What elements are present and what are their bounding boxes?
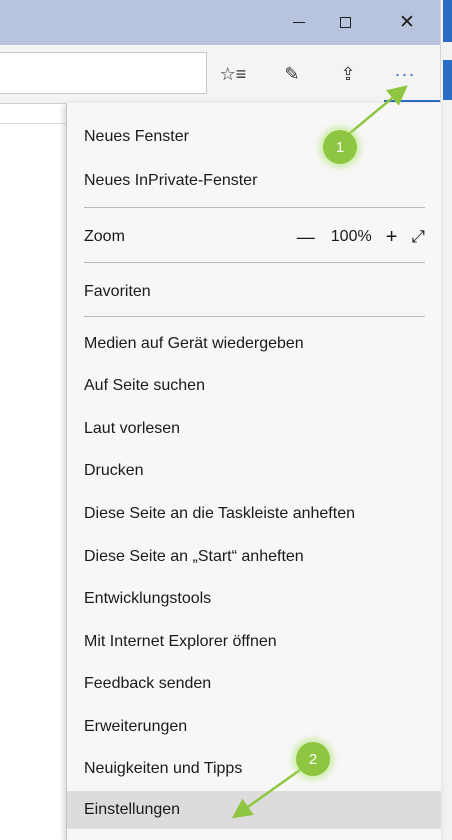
address-bar[interactable] xyxy=(0,52,207,94)
menu-separator xyxy=(84,262,425,263)
adjacent-window-edge xyxy=(440,0,452,840)
close-button[interactable]: ✕ xyxy=(384,0,430,45)
menu-item-label: Favoriten xyxy=(84,283,151,300)
menu-item-label: Neues Fenster xyxy=(84,128,189,145)
menu-item-zoom: Zoom — 100% + ⤢ xyxy=(67,218,441,256)
menu-item-favorites[interactable]: Favoriten xyxy=(67,273,441,311)
menu-item-pin-to-taskbar[interactable]: Diese Seite an die Taskleiste anheften xyxy=(67,495,441,533)
page-divider xyxy=(0,123,66,124)
menu-item-label: Einstellungen xyxy=(84,801,181,818)
menu-separator xyxy=(84,316,425,317)
menu-item-label: Neues InPrivate-Fenster xyxy=(84,172,258,189)
edge-accent xyxy=(443,0,452,42)
menu-item-find-on-page[interactable]: Auf Seite suchen xyxy=(67,367,441,405)
more-actions-button[interactable]: ··· xyxy=(390,59,420,89)
menu-item-send-feedback[interactable]: Feedback senden xyxy=(67,665,441,703)
edge-accent-2 xyxy=(443,60,452,100)
menu-item-label: Neuigkeiten und Tipps xyxy=(84,760,243,777)
web-note-button[interactable]: ✎ xyxy=(277,59,307,89)
menu-item-extensions[interactable]: Erweiterungen xyxy=(67,708,441,746)
menu-item-cast-media[interactable]: Medien auf Gerät wiedergeben xyxy=(67,325,441,363)
menu-item-label: Mit Internet Explorer öffnen xyxy=(84,633,277,650)
pen-icon: ✎ xyxy=(284,63,300,84)
menu-item-label: Laut vorlesen xyxy=(84,420,181,437)
menu-item-whats-new[interactable]: Neuigkeiten und Tipps xyxy=(67,750,441,788)
menu-item-label: Entwicklungstools xyxy=(84,590,212,607)
menu-item-settings[interactable]: Einstellungen xyxy=(67,791,441,829)
share-icon: ⇪ xyxy=(340,63,356,84)
menu-item-print[interactable]: Drucken xyxy=(67,452,441,490)
menu-item-new-inprivate[interactable]: Neues InPrivate-Fenster xyxy=(67,162,441,200)
share-button[interactable]: ⇪ xyxy=(333,59,363,89)
step-badge-2: 2 xyxy=(296,742,330,776)
more-actions-menu: Neues Fenster Neues InPrivate-Fenster Zo… xyxy=(66,103,441,840)
zoom-level: 100% xyxy=(330,228,372,245)
ellipsis-icon: ··· xyxy=(394,63,416,84)
minimize-button[interactable] xyxy=(276,0,322,45)
menu-item-read-aloud[interactable]: Laut vorlesen xyxy=(67,410,441,448)
menu-item-label: Feedback senden xyxy=(84,675,212,692)
favorites-list-icon: ☆≡ xyxy=(219,63,247,84)
maximize-icon xyxy=(339,17,351,28)
menu-item-open-internet-explorer[interactable]: Mit Internet Explorer öffnen xyxy=(67,623,441,661)
menu-separator xyxy=(84,207,425,208)
minimize-icon xyxy=(293,22,305,23)
zoom-in-button[interactable]: + xyxy=(386,226,398,249)
menu-item-label: Erweiterungen xyxy=(84,718,188,735)
menu-item-label: Auf Seite suchen xyxy=(84,377,205,394)
menu-item-label: Drucken xyxy=(84,462,144,479)
title-bar: ✕ xyxy=(0,0,440,45)
menu-item-label: Diese Seite an „Start“ anheften xyxy=(84,548,304,565)
menu-item-developer-tools[interactable]: Entwicklungstools xyxy=(67,580,441,618)
zoom-out-button[interactable]: — xyxy=(297,227,315,248)
step-badge-1: 1 xyxy=(323,130,357,164)
menu-item-label: Diese Seite an die Taskleiste anheften xyxy=(84,505,355,522)
browser-toolbar: ☆≡ ✎ ⇪ ··· xyxy=(0,45,440,104)
close-icon: ✕ xyxy=(399,12,415,33)
menu-item-pin-to-start[interactable]: Diese Seite an „Start“ anheften xyxy=(67,538,441,576)
maximize-button[interactable] xyxy=(322,0,368,45)
menu-item-new-window[interactable]: Neues Fenster xyxy=(67,118,441,156)
fullscreen-icon[interactable]: ⤢ xyxy=(411,227,425,247)
zoom-label: Zoom xyxy=(84,228,125,245)
zoom-controls: — 100% + ⤢ xyxy=(297,218,425,256)
favorites-hub-button[interactable]: ☆≡ xyxy=(218,59,248,89)
menu-item-label: Medien auf Gerät wiedergeben xyxy=(84,335,304,352)
more-button-active-indicator xyxy=(384,100,440,102)
